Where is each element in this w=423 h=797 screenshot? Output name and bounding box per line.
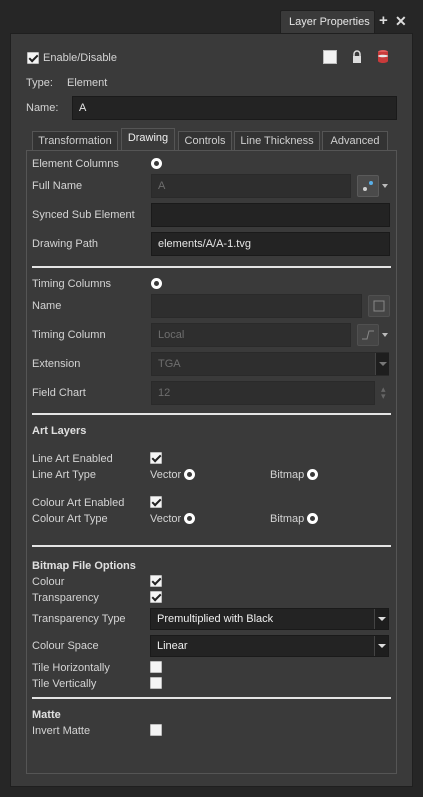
tab-transformation[interactable]: Transformation: [32, 131, 118, 151]
line-art-vector-radio[interactable]: [184, 469, 195, 480]
timing-curve-button[interactable]: [357, 324, 379, 346]
colour-space-label: Colour Space: [32, 640, 99, 652]
timing-columns-label: Timing Columns: [32, 278, 112, 290]
plus-icon[interactable]: +: [379, 12, 388, 30]
tab-controls[interactable]: Controls: [178, 131, 232, 151]
name-label: Name:: [26, 102, 59, 114]
colour-art-vector-radio[interactable]: [184, 513, 195, 524]
line-art-type-label: Line Art Type: [32, 469, 97, 481]
element-browse-button[interactable]: [357, 175, 379, 197]
timing-column-label: Timing Column: [32, 329, 106, 341]
colour-art-enabled-label: Colour Art Enabled: [32, 497, 125, 509]
colour-art-vector-label: Vector: [150, 513, 182, 525]
type-label: Type:: [26, 77, 53, 89]
drawing-path-label: Drawing Path: [32, 238, 99, 250]
enable-checkbox[interactable]: [27, 52, 39, 64]
timing-browse-button[interactable]: [368, 295, 390, 317]
line-art-vector-label: Vector: [150, 469, 182, 481]
separator: [32, 697, 391, 699]
tab-advanced[interactable]: Advanced: [322, 131, 388, 151]
colour-art-type-label: Colour Art Type: [32, 513, 108, 525]
tile-vertically-label: Tile Vertically: [32, 678, 97, 690]
color-swatch-icon[interactable]: [323, 50, 337, 64]
invert-matte-checkbox[interactable]: [150, 724, 162, 736]
chevron-down-icon[interactable]: [382, 333, 388, 337]
full-name-field[interactable]: A: [151, 174, 351, 198]
matte-heading: Matte: [32, 709, 61, 721]
tile-horizontally-label: Tile Horizontally: [32, 662, 110, 674]
timing-columns-radio[interactable]: [151, 278, 162, 289]
colour-art-bitmap-label: Bitmap: [270, 513, 305, 525]
colour-art-enabled-checkbox[interactable]: [150, 496, 162, 508]
full-name-label: Full Name: [32, 180, 83, 192]
stepper-arrows-icon[interactable]: ▴ ▾: [381, 385, 386, 401]
line-art-enabled-label: Line Art Enabled: [32, 453, 113, 465]
transparency-label: Transparency: [32, 592, 99, 604]
field-chart-field[interactable]: 12: [151, 381, 375, 405]
transparency-type-select[interactable]: Premultiplied with Black: [150, 608, 389, 630]
line-art-enabled-checkbox[interactable]: [150, 452, 162, 464]
field-chart-label: Field Chart: [32, 387, 86, 399]
element-columns-radio[interactable]: [151, 158, 162, 169]
extension-select[interactable]: TGA: [151, 352, 389, 376]
separator: [32, 266, 391, 268]
close-icon[interactable]: ✕: [395, 12, 407, 30]
synced-sub-element-label: Synced Sub Element: [32, 209, 135, 221]
art-layers-heading: Art Layers: [32, 425, 87, 437]
name-field[interactable]: A: [72, 96, 397, 120]
colour-label: Colour: [32, 576, 65, 588]
synced-sub-element-field[interactable]: [151, 203, 390, 227]
chevron-down-icon[interactable]: [374, 636, 388, 656]
lock-icon[interactable]: [352, 50, 362, 64]
timing-name-field[interactable]: [151, 294, 362, 318]
tile-horizontally-checkbox[interactable]: [150, 661, 162, 673]
timing-column-field[interactable]: Local: [151, 323, 351, 347]
tile-vertically-checkbox[interactable]: [150, 677, 162, 689]
window-title-tab[interactable]: Layer Properties: [280, 10, 375, 33]
layer-stack-icon[interactable]: [377, 49, 389, 65]
window-title: Layer Properties: [289, 16, 370, 28]
chevron-down-icon[interactable]: [382, 184, 388, 188]
separator: [32, 545, 391, 547]
colour-space-select[interactable]: Linear: [150, 635, 389, 657]
timing-name-label: Name: [32, 300, 62, 312]
tab-line-thickness[interactable]: Line Thickness: [234, 131, 320, 151]
colour-art-bitmap-radio[interactable]: [307, 513, 318, 524]
drawing-path-field[interactable]: elements/A/A-1.tvg: [151, 232, 390, 256]
chevron-down-icon[interactable]: [374, 609, 388, 629]
element-columns-label: Element Columns: [32, 158, 119, 170]
invert-matte-label: Invert Matte: [32, 725, 91, 737]
separator: [32, 413, 391, 415]
transparency-type-label: Transparency Type: [32, 613, 126, 625]
tab-drawing[interactable]: Drawing: [121, 128, 175, 151]
colour-checkbox[interactable]: [150, 575, 162, 587]
extension-label: Extension: [32, 358, 81, 370]
enable-label: Enable/Disable: [43, 52, 117, 64]
chevron-down-icon[interactable]: [375, 353, 389, 375]
bitmap-options-heading: Bitmap File Options: [32, 560, 136, 572]
line-art-bitmap-radio[interactable]: [307, 469, 318, 480]
line-art-bitmap-label: Bitmap: [270, 469, 305, 481]
type-value: Element: [67, 77, 108, 89]
transparency-checkbox[interactable]: [150, 591, 162, 603]
